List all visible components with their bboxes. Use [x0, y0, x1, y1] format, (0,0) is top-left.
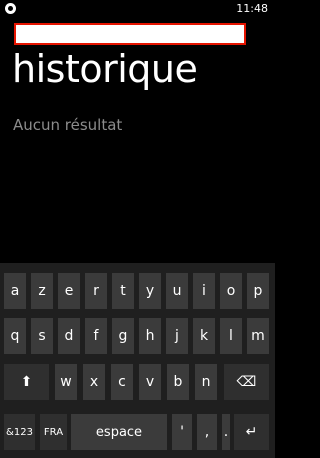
key-z[interactable]: z — [31, 273, 53, 309]
enter-key[interactable]: ↵ — [234, 414, 269, 450]
shift-key[interactable]: ⬆ — [4, 364, 49, 400]
shift-arrow-icon: ⬆ — [20, 374, 33, 390]
ring-status-icon — [5, 3, 16, 14]
key-f[interactable]: f — [85, 318, 107, 354]
language-key[interactable]: FRA — [40, 414, 67, 450]
key-o[interactable]: o — [220, 273, 242, 309]
page-title: historique — [12, 47, 198, 91]
key-w[interactable]: w — [55, 364, 77, 400]
key-i[interactable]: i — [193, 273, 215, 309]
key-e[interactable]: e — [58, 273, 80, 309]
key-t[interactable]: t — [112, 273, 134, 309]
key-c[interactable]: c — [111, 364, 133, 400]
space-key[interactable]: espace — [71, 414, 167, 450]
key-s[interactable]: s — [31, 318, 53, 354]
search-input[interactable] — [14, 23, 246, 45]
key-h[interactable]: h — [139, 318, 161, 354]
status-bar: 11:48 — [0, 0, 275, 18]
key-p[interactable]: p — [247, 273, 269, 309]
empty-results-message: Aucun résultat — [13, 116, 123, 134]
key-d[interactable]: d — [58, 318, 80, 354]
key-j[interactable]: j — [166, 318, 188, 354]
key-b[interactable]: b — [167, 364, 189, 400]
enter-arrow-icon: ↵ — [245, 424, 258, 440]
key-r[interactable]: r — [85, 273, 107, 309]
key-a[interactable]: a — [4, 273, 26, 309]
key-x[interactable]: x — [83, 364, 105, 400]
key-k[interactable]: k — [193, 318, 215, 354]
period-key[interactable]: . — [222, 414, 230, 450]
status-time: 11:48 — [236, 2, 268, 15]
key-v[interactable]: v — [139, 364, 161, 400]
comma-key[interactable]: , — [197, 414, 217, 450]
key-n[interactable]: n — [195, 364, 217, 400]
key-l[interactable]: l — [220, 318, 242, 354]
key-g[interactable]: g — [112, 318, 134, 354]
key-y[interactable]: y — [139, 273, 161, 309]
key-u[interactable]: u — [166, 273, 188, 309]
symbols-key[interactable]: &123 — [4, 414, 35, 450]
apostrophe-key[interactable]: ' — [172, 414, 192, 450]
backspace-icon: ⌫ — [236, 374, 257, 390]
backspace-key[interactable]: ⌫ — [224, 364, 269, 400]
key-m[interactable]: m — [247, 318, 269, 354]
on-screen-keyboard: a z e r t y u i o p q s d f g h j k l m … — [0, 263, 275, 458]
key-q[interactable]: q — [4, 318, 26, 354]
